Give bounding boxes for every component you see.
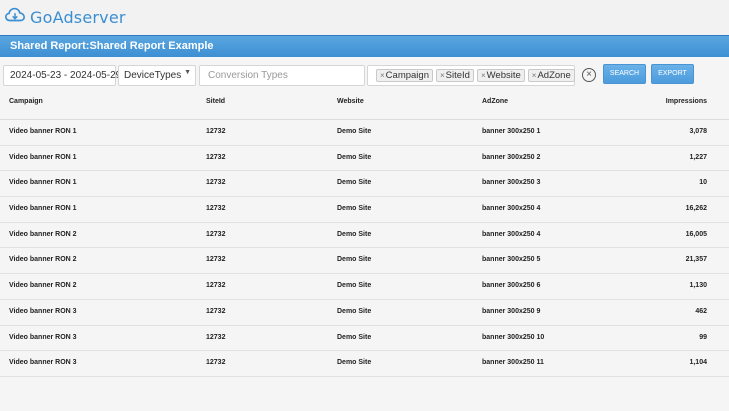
table-row[interactable]: Video banner RON 1 12732 Demo Site banner 3… <box>0 197 729 223</box>
cell-impressions: 1,104 <box>689 359 707 367</box>
cell-siteid: 12732 <box>206 179 226 187</box>
cell-siteid: 12732 <box>206 307 226 315</box>
cell-campaign: Video banner RON 1 <box>9 128 77 135</box>
cloud-icon <box>4 4 26 31</box>
page-title: Shared Report:Shared Report Example <box>10 40 214 52</box>
cell-siteid: 12732 <box>206 153 226 161</box>
cell-siteid: 12732 <box>206 333 226 341</box>
cell-adzone: banner 300x250 11 <box>482 359 544 367</box>
cell-adzone: banner 300x250 4 <box>482 205 541 213</box>
table-row[interactable]: Video banner RON 2 12732 Demo Site banner 3… <box>0 274 729 300</box>
top-bar: GoAdserver <box>0 0 729 35</box>
column-header-adzone[interactable]: AdZone <box>482 98 508 105</box>
cell-website: Demo Site <box>337 333 372 341</box>
tag-siteid[interactable]: × SiteId <box>435 69 474 82</box>
table-row[interactable]: Video banner RON 3 12732 Demo Site banner 3… <box>0 300 729 326</box>
cell-impressions: 1,227 <box>689 153 707 161</box>
cell-campaign: Video banner RON 2 <box>9 256 77 264</box>
cell-adzone: banner 300x250 5 <box>482 256 541 264</box>
cell-siteid: 12732 <box>206 359 226 367</box>
logo-text: GoAdserver <box>30 7 126 27</box>
table-body: Video banner RON 1 12732 Demo Site banner 3… <box>0 120 729 377</box>
table-row[interactable]: Video banner RON 2 12732 Demo Site banner 3… <box>0 248 729 275</box>
table-header: Campaign SiteId Website AdZone Impressio… <box>0 90 729 120</box>
remove-x-icon[interactable]: × <box>380 71 385 80</box>
cell-website: Demo Site <box>337 307 372 315</box>
cell-campaign: Video banner RON 1 <box>9 179 77 187</box>
export-button[interactable]: EXPORT <box>651 64 694 84</box>
remove-x-icon[interactable]: × <box>481 71 486 80</box>
table-row[interactable]: Video banner RON 1 12732 Demo Site banner 3… <box>0 171 729 198</box>
column-header-campaign[interactable]: Campaign <box>9 98 43 105</box>
cell-website: Demo Site <box>337 205 372 213</box>
page-header: Shared Report:Shared Report Example <box>0 35 729 57</box>
column-header-impressions[interactable]: Impressions <box>666 98 707 105</box>
cell-website: Demo Site <box>337 179 372 187</box>
search-button[interactable]: SEARCH <box>603 64 646 84</box>
cell-campaign: Video banner RON 1 <box>9 205 77 213</box>
cell-impressions: 462 <box>695 307 707 315</box>
cell-impressions: 1,130 <box>689 282 707 290</box>
cell-campaign: Video banner RON 1 <box>9 153 77 161</box>
cell-website: Demo Site <box>337 128 372 135</box>
column-header-siteid[interactable]: SiteId <box>206 98 225 105</box>
date-range-input[interactable]: 2024-05-23 - 2024-05-29 <box>3 65 121 86</box>
cell-campaign: Video banner RON 2 <box>9 230 77 238</box>
report-table: Campaign SiteId Website AdZone Impressio… <box>0 90 729 377</box>
cell-website: Demo Site <box>337 359 372 367</box>
remove-x-icon[interactable]: × <box>440 71 445 80</box>
cell-campaign: Video banner RON 3 <box>9 359 77 367</box>
table-row[interactable]: Video banner RON 3 12732 Demo Site banner 3… <box>0 351 729 377</box>
table-row[interactable]: Video banner RON 3 12732 Demo Site banner 3… <box>0 326 729 352</box>
cell-adzone: banner 300x250 9 <box>482 307 541 315</box>
clear-circle-icon[interactable]: × <box>582 68 596 82</box>
cell-adzone: banner 300x250 1 <box>482 128 541 135</box>
cell-impressions: 16,262 <box>685 205 707 213</box>
caret-down-icon: ▼ <box>184 69 191 76</box>
cell-siteid: 12732 <box>206 230 226 238</box>
cell-impressions: 99 <box>699 333 707 341</box>
tag-adzone[interactable]: × AdZone <box>527 69 575 82</box>
cell-siteid: 12732 <box>206 205 226 213</box>
cell-impressions: 16,005 <box>685 230 707 238</box>
cell-impressions: 10 <box>699 179 707 187</box>
tag-website[interactable]: × Website <box>476 69 525 82</box>
filter-bar: 2024-05-23 - 2024-05-29 DeviceTypes ▼ Co… <box>0 57 729 93</box>
tag-campaign[interactable]: × Campaign <box>376 69 433 82</box>
cell-campaign: Video banner RON 3 <box>9 333 77 341</box>
cell-siteid: 12732 <box>206 256 226 264</box>
cell-website: Demo Site <box>337 153 372 161</box>
cell-adzone: banner 300x250 6 <box>482 282 541 290</box>
cell-siteid: 12732 <box>206 128 226 135</box>
column-header-website[interactable]: Website <box>337 98 364 105</box>
cell-campaign: Video banner RON 3 <box>9 307 77 315</box>
group-by-tags[interactable]: × Campaign × SiteId × Website × AdZone <box>367 65 575 86</box>
remove-x-icon[interactable]: × <box>532 71 537 80</box>
cell-adzone: banner 300x250 10 <box>482 333 545 341</box>
cell-website: Demo Site <box>337 230 372 238</box>
cell-adzone: banner 300x250 4 <box>482 230 541 238</box>
table-row[interactable]: Video banner RON 2 12732 Demo Site banner 3… <box>0 223 729 249</box>
cell-campaign: Video banner RON 2 <box>9 282 77 290</box>
cell-siteid: 12732 <box>206 282 226 290</box>
cell-website: Demo Site <box>337 282 372 290</box>
table-row[interactable]: Video banner RON 1 12732 Demo Site banner 3… <box>0 120 729 146</box>
cell-adzone: banner 300x250 3 <box>482 179 541 187</box>
cell-adzone: banner 300x250 2 <box>482 153 541 161</box>
device-types-label: DeviceTypes <box>124 70 182 81</box>
table-row[interactable]: Video banner RON 1 12732 Demo Site banner 3… <box>0 146 729 172</box>
device-types-select[interactable]: DeviceTypes ▼ <box>118 65 196 86</box>
logo[interactable]: GoAdserver <box>4 6 126 28</box>
cell-impressions: 21,357 <box>685 256 707 264</box>
cell-website: Demo Site <box>337 256 372 264</box>
cell-impressions: 3,078 <box>689 128 707 135</box>
conversion-types-input[interactable]: Conversion Types <box>199 65 365 86</box>
